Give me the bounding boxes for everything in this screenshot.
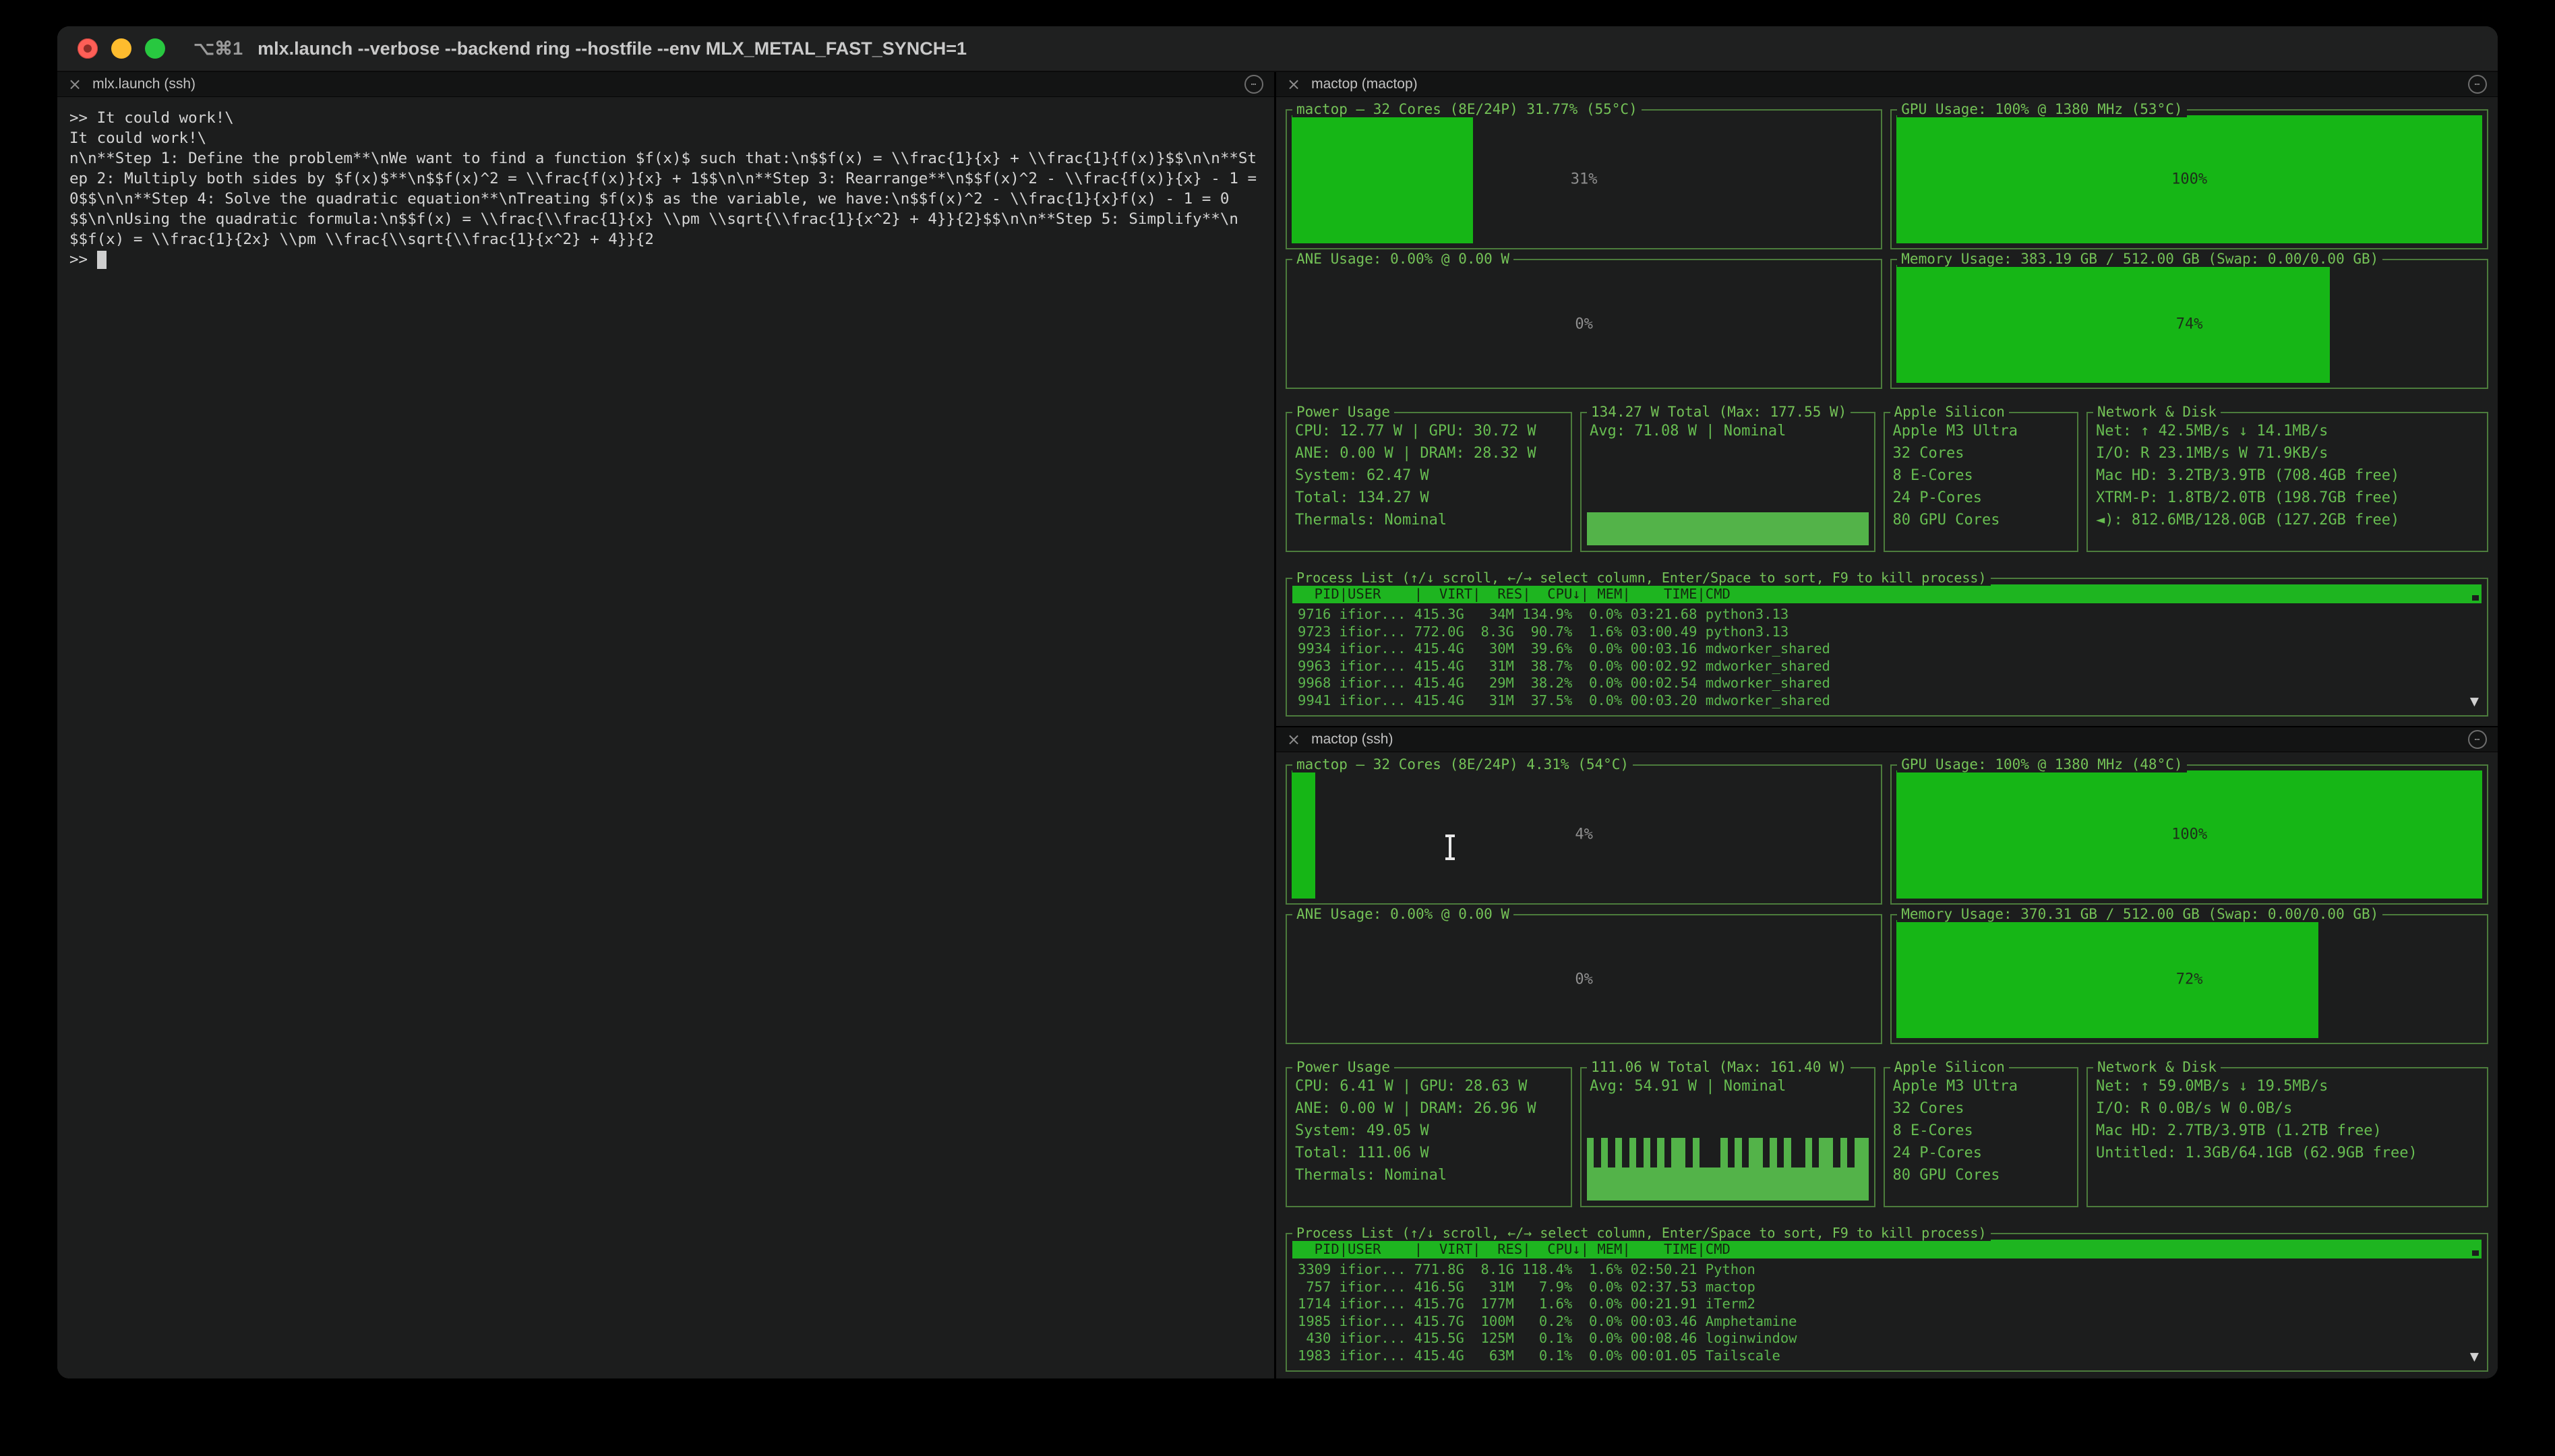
power-usage-title: Power Usage <box>1292 1059 1394 1075</box>
bottom-pane-tab-bar: × mactop (ssh) ⋯ <box>1276 727 2498 752</box>
prompt-label: >> <box>69 249 97 270</box>
ane-gauge-label: 0% <box>1575 315 1593 332</box>
network-disk-box: Network & Disk Net: ↑ 59.0MB/s ↓ 19.5MB/… <box>2086 1067 2488 1207</box>
power-history-box: 134.27 W Total (Max: 177.55 W) Avg: 71.0… <box>1580 412 1875 552</box>
terminal-lines: >> It could work!\It could work!\n\n**St… <box>69 108 1262 249</box>
pane-menu-icon[interactable]: ⋯ <box>2468 75 2487 94</box>
ane-gauge-title: ANE Usage: 0.00% @ 0.00 W <box>1292 906 1513 922</box>
window-title: ⌥⌘1 mlx.launch --verbose --backend ring -… <box>193 38 967 59</box>
cpu-gauge-fill <box>1292 770 1315 899</box>
memory-gauge-fill <box>1896 920 2318 1038</box>
network-disk-title: Network & Disk <box>2093 1059 2221 1075</box>
window-titlebar[interactable]: ⌥⌘1 mlx.launch --verbose --backend ring -… <box>57 26 2498 72</box>
process-list-box[interactable]: Process List (↑/↓ scroll, ←/→ select col… <box>1286 578 2488 717</box>
memory-gauge-title: Memory Usage: 370.31 GB / 512.00 GB (Swa… <box>1897 906 2382 922</box>
cpu-gauge-title: mactop — 32 Cores (8E/24P) 31.77% (55°C) <box>1292 101 1642 117</box>
scroll-down-icon[interactable]: ▼ <box>2470 1350 2479 1364</box>
apple-silicon-lines: Apple M3 Ultra32 Cores8 E-Cores24 P-Core… <box>1885 413 2077 538</box>
terminal-output-mlx[interactable]: >> It could work!\It could work!\n\n**St… <box>57 97 1274 1378</box>
top-pane-tab-bar: × mactop (mactop) ⋯ <box>1276 72 2498 97</box>
tab-shortcut-badge: ⌥⌘1 <box>193 38 243 59</box>
gpu-gauge-title: GPU Usage: 100% @ 1380 MHz (53°C) <box>1897 101 2186 117</box>
memory-gauge-title: Memory Usage: 383.19 GB / 512.00 GB (Swa… <box>1897 251 2382 267</box>
mactop-monitor-top[interactable]: mactop — 32 Cores (8E/24P) 31.77% (55°C)… <box>1276 97 2498 726</box>
gpu-gauge-title: GPU Usage: 100% @ 1380 MHz (48°C) <box>1897 756 2186 772</box>
apple-silicon-title: Apple Silicon <box>1890 1059 2009 1075</box>
network-disk-lines: Net: ↑ 59.0MB/s ↓ 19.5MB/sI/O: R 0.0B/s … <box>2088 1068 2487 1171</box>
apple-silicon-box: Apple Silicon Apple M3 Ultra32 Cores8 E-… <box>1884 412 2078 552</box>
cpu-usage-gauge: mactop — 32 Cores (8E/24P) 4.31% (54°C) … <box>1286 764 1882 905</box>
tab-title-mactop-ssh[interactable]: mactop (ssh) <box>1311 731 1393 748</box>
pane-menu-icon[interactable]: ⋯ <box>2468 730 2487 749</box>
memory-usage-gauge: Memory Usage: 383.19 GB / 512.00 GB (Swa… <box>1890 259 2488 389</box>
process-list-header[interactable]: PID|USER | VIRT| RES| CPU↓| MEM| TIME|CM… <box>1292 584 2482 603</box>
pane-mactop-ssh: × mactop (ssh) ⋯ mactop — 32 Cores (8E/2… <box>1276 727 2498 1378</box>
network-disk-box: Network & Disk Net: ↑ 42.5MB/s ↓ 14.1MB/… <box>2086 412 2488 552</box>
gpu-gauge-label: 100% <box>2171 171 2207 188</box>
close-window-button[interactable] <box>78 38 98 59</box>
power-history-title: 134.27 W Total (Max: 177.55 W) <box>1587 404 1851 420</box>
process-list-title: Process List (↑/↓ scroll, ←/→ select col… <box>1292 570 1991 586</box>
memory-usage-gauge: Memory Usage: 370.31 GB / 512.00 GB (Swa… <box>1890 914 2488 1044</box>
terminal-prompt-line: >> <box>69 249 1262 270</box>
process-list-box[interactable]: Process List (↑/↓ scroll, ←/→ select col… <box>1286 1233 2488 1372</box>
power-history-title: 111.06 W Total (Max: 161.40 W) <box>1587 1059 1851 1075</box>
process-list-title: Process List (↑/↓ scroll, ←/→ select col… <box>1292 1225 1991 1241</box>
ane-gauge-label: 0% <box>1575 971 1593 988</box>
power-usage-box: Power Usage CPU: 6.41 W | GPU: 28.63 WAN… <box>1286 1067 1572 1207</box>
zoom-window-button[interactable] <box>145 38 165 59</box>
scroll-down-icon[interactable]: ▼ <box>2470 695 2479 708</box>
process-list-header[interactable]: PID|USER | VIRT| RES| CPU↓| MEM| TIME|CM… <box>1292 1240 2482 1258</box>
power-usage-lines: CPU: 12.77 W | GPU: 30.72 WANE: 0.00 W |… <box>1287 413 1571 538</box>
ane-usage-gauge: ANE Usage: 0.00% @ 0.00 W 0% <box>1286 259 1882 389</box>
iterm-window: ⌥⌘1 mlx.launch --verbose --backend ring -… <box>57 26 2498 1378</box>
cpu-gauge-label: 4% <box>1575 826 1593 843</box>
pane-mlx-launch: × mlx.launch (ssh) ⋯ >> It could work!\I… <box>57 72 1276 1378</box>
power-usage-lines: CPU: 6.41 W | GPU: 28.63 WANE: 0.00 W | … <box>1287 1068 1571 1193</box>
network-disk-lines: Net: ↑ 42.5MB/s ↓ 14.1MB/sI/O: R 23.1MB/… <box>2088 413 2487 538</box>
apple-silicon-box: Apple Silicon Apple M3 Ultra32 Cores8 E-… <box>1884 1067 2078 1207</box>
close-icon[interactable]: × <box>1287 76 1300 92</box>
network-disk-title: Network & Disk <box>2093 404 2221 420</box>
memory-gauge-fill <box>1896 265 2330 383</box>
pane-mactop-local: × mactop (mactop) ⋯ mactop — 32 Cores (8… <box>1276 72 2498 727</box>
power-history-chart <box>1587 1099 1869 1201</box>
cpu-gauge-title: mactop — 32 Cores (8E/24P) 4.31% (54°C) <box>1292 756 1633 772</box>
mouse-cursor-ibeam <box>1449 835 1451 860</box>
traffic-lights <box>78 38 165 59</box>
apple-silicon-lines: Apple M3 Ultra32 Cores8 E-Cores24 P-Core… <box>1885 1068 2077 1193</box>
power-history-chart <box>1587 444 1869 545</box>
minimize-window-button[interactable] <box>111 38 131 59</box>
desktop: ⌥⌘1 mlx.launch --verbose --backend ring -… <box>0 0 2555 1456</box>
power-history-box: 111.06 W Total (Max: 161.40 W) Avg: 54.9… <box>1580 1067 1875 1207</box>
left-pane-tab-bar: × mlx.launch (ssh) ⋯ <box>57 72 1274 97</box>
ane-gauge-title: ANE Usage: 0.00% @ 0.00 W <box>1292 251 1513 267</box>
close-icon[interactable]: × <box>1287 731 1300 748</box>
apple-silicon-title: Apple Silicon <box>1890 404 2009 420</box>
window-title-text: mlx.launch --verbose --backend ring --ho… <box>258 38 967 59</box>
gpu-usage-gauge: GPU Usage: 100% @ 1380 MHz (53°C) 100% <box>1890 109 2488 249</box>
ane-usage-gauge: ANE Usage: 0.00% @ 0.00 W 0% <box>1286 914 1882 1044</box>
terminal-cursor <box>97 251 107 269</box>
power-usage-box: Power Usage CPU: 12.77 W | GPU: 30.72 WA… <box>1286 412 1572 552</box>
split-panes: × mlx.launch (ssh) ⋯ >> It could work!\I… <box>57 72 2498 1378</box>
tab-title-mlx-launch[interactable]: mlx.launch (ssh) <box>92 76 196 92</box>
mactop-monitor-bottom[interactable]: mactop — 32 Cores (8E/24P) 4.31% (54°C) … <box>1276 752 2498 1378</box>
memory-gauge-label: 72% <box>2176 971 2203 988</box>
process-list-rows: 9716 ifior... 415.3G 34M 134.9% 0.0% 03:… <box>1287 603 2487 709</box>
gpu-usage-gauge: GPU Usage: 100% @ 1380 MHz (48°C) 100% <box>1890 764 2488 905</box>
close-icon[interactable]: × <box>68 76 82 92</box>
cpu-gauge-label: 31% <box>1571 171 1598 188</box>
tab-title-mactop-mactop[interactable]: mactop (mactop) <box>1311 76 1418 92</box>
power-usage-title: Power Usage <box>1292 404 1394 420</box>
pane-menu-icon[interactable]: ⋯ <box>1244 75 1263 94</box>
gpu-gauge-label: 100% <box>2171 826 2207 843</box>
cpu-gauge-fill <box>1292 115 1473 243</box>
cpu-usage-gauge: mactop — 32 Cores (8E/24P) 31.77% (55°C)… <box>1286 109 1882 249</box>
right-column: × mactop (mactop) ⋯ mactop — 32 Cores (8… <box>1276 72 2498 1378</box>
process-list-rows: 3309 ifior... 771.8G 8.1G 118.4% 1.6% 02… <box>1287 1258 2487 1364</box>
memory-gauge-label: 74% <box>2176 315 2203 332</box>
